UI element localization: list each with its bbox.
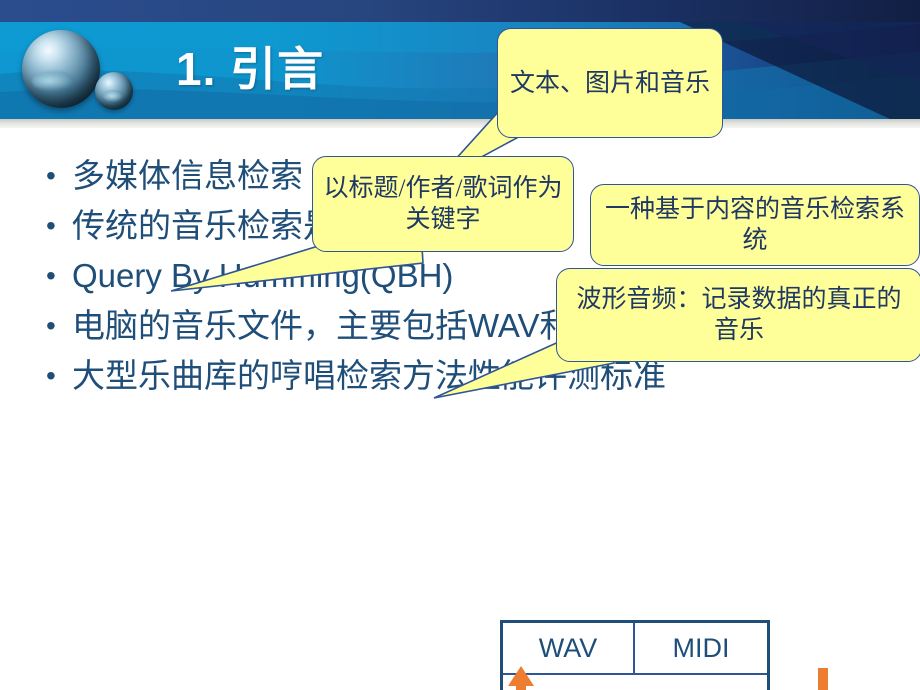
decorative-orb-large bbox=[22, 30, 100, 108]
header-top-band bbox=[0, 0, 920, 22]
table-cell-tone-quality: tone quality bbox=[503, 675, 767, 690]
bullet-marker: • bbox=[46, 210, 56, 241]
table-row: tone quality bbox=[503, 675, 767, 690]
slide-header: 1. 引言 bbox=[0, 0, 920, 128]
bullet-marker: • bbox=[46, 360, 56, 391]
page-title: 1. 引言 bbox=[176, 43, 325, 95]
up-arrow-icon bbox=[508, 666, 534, 690]
comparison-table: WAV MIDI tone quality memory space bbox=[500, 620, 770, 690]
callout-waveform-audio[interactable]: 波形音频：记录数据的真正的音乐 bbox=[556, 268, 920, 362]
slide: 1. 引言 • 多媒体信息检索 • 传统的音乐检索是基于文本的检索 • Quer… bbox=[0, 0, 920, 690]
bullet-marker: • bbox=[46, 310, 56, 341]
callout-keyword-search[interactable]: 以标题/作者/歌词作为关键字 bbox=[312, 156, 574, 252]
bullet-marker: • bbox=[46, 260, 56, 291]
callout-content-based-system[interactable]: 一种基于内容的音乐检索系统 bbox=[590, 184, 920, 266]
down-arrow-icon bbox=[818, 668, 828, 690]
table-header-midi: MIDI bbox=[672, 632, 730, 663]
callout-media-types[interactable]: 文本、图片和音乐 bbox=[497, 28, 723, 138]
decorative-orb-small bbox=[95, 72, 133, 110]
table-row: WAV MIDI bbox=[503, 623, 767, 675]
bullet-marker: • bbox=[46, 160, 56, 191]
